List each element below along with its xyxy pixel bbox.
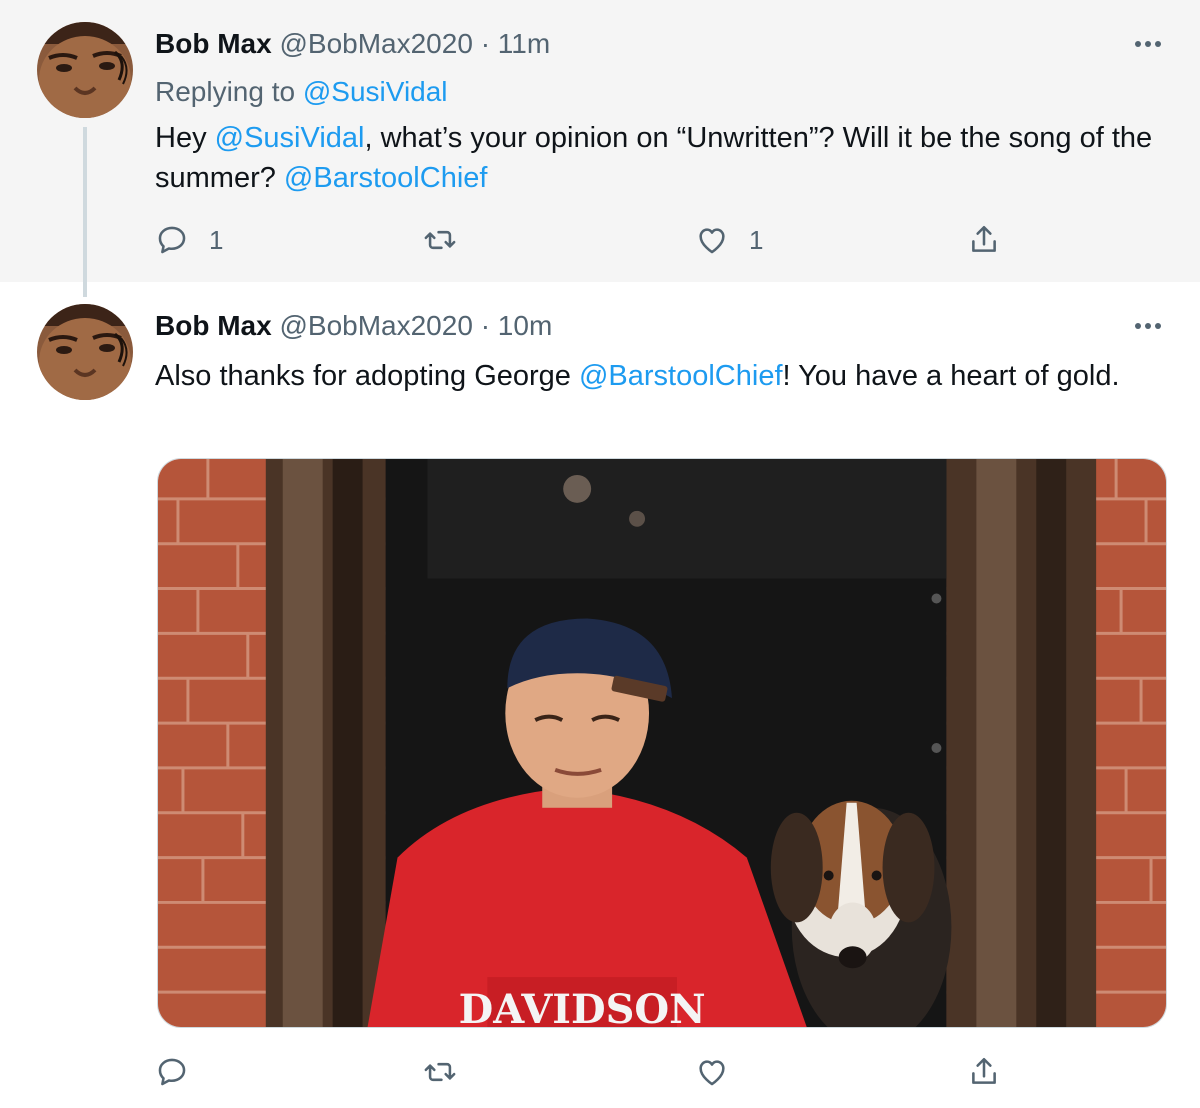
mention-link[interactable]: @BarstoolChief — [579, 360, 783, 392]
tweet-actions — [155, 1050, 1015, 1094]
author-handle[interactable]: @BobMax2020 — [279, 310, 472, 341]
heart-icon — [699, 1060, 725, 1086]
thread-connector — [83, 127, 87, 297]
shirt-text: DAVIDSON — [459, 987, 706, 1027]
more-icon-dot — [1145, 41, 1151, 47]
share-button[interactable] — [967, 1050, 1001, 1094]
author-name[interactable]: Bob Max — [155, 28, 272, 59]
tweet-header: Bob Max @BobMax2020 · 10m — [155, 308, 552, 344]
share-button[interactable] — [967, 218, 1001, 262]
more-icon-dot — [1135, 41, 1141, 47]
replying-to-handle[interactable]: @SusiVidal — [303, 76, 448, 107]
retweet-icon — [424, 230, 456, 250]
tweet-text: Hey @SusiVidal, what’s your opinion on “… — [155, 118, 1155, 198]
timestamp[interactable]: 11m — [498, 28, 550, 59]
separator: · — [480, 28, 491, 59]
reply-icon — [158, 226, 186, 254]
tweet-text: Also thanks for adopting George @Barstoo… — [155, 356, 1155, 396]
reply-count: 1 — [209, 224, 224, 255]
avatar[interactable] — [37, 22, 133, 118]
reply-icon — [158, 1058, 186, 1086]
replying-to-label: Replying to — [155, 76, 296, 107]
like-button[interactable]: 1 — [695, 218, 763, 262]
author-handle[interactable]: @BobMax2020 — [279, 28, 472, 59]
retweet-button[interactable] — [423, 1050, 477, 1094]
separator: · — [480, 310, 491, 341]
avatar-icon — [37, 304, 133, 400]
more-button[interactable] — [1128, 306, 1168, 346]
reply-button[interactable]: 1 — [155, 218, 223, 262]
text-segment: Also thanks for adopting George — [155, 360, 579, 392]
replying-to: Replying to @SusiVidal — [155, 74, 448, 110]
timestamp[interactable]: 10m — [498, 310, 552, 341]
like-count: 1 — [749, 224, 764, 255]
mention-link[interactable]: @SusiVidal — [215, 122, 365, 154]
share-icon — [972, 225, 996, 252]
tweet-header: Bob Max @BobMax2020 · 11m — [155, 26, 550, 62]
reply-button[interactable] — [155, 1050, 209, 1094]
tweet-1[interactable]: Bob Max @BobMax2020 · 11m Replying to @S… — [0, 0, 1200, 297]
heart-icon — [699, 228, 725, 254]
photo-man-and-dog: DAVIDSON — [158, 459, 1166, 1027]
tweet-actions: 1 1 — [155, 218, 1015, 262]
mention-link[interactable]: @BarstoolChief — [284, 162, 488, 194]
avatar[interactable] — [37, 304, 133, 400]
text-segment: Hey — [155, 122, 215, 154]
more-icon-dot — [1145, 323, 1151, 329]
retweet-icon — [424, 1062, 456, 1082]
more-button[interactable] — [1128, 24, 1168, 64]
retweet-button[interactable] — [423, 218, 477, 262]
share-icon — [972, 1057, 996, 1084]
tweet-2[interactable]: Bob Max @BobMax2020 · 10m Also thanks fo… — [0, 282, 1200, 1108]
tweet-photo[interactable]: DAVIDSON — [157, 458, 1167, 1028]
more-icon-dot — [1135, 323, 1141, 329]
avatar-icon — [37, 22, 133, 118]
text-segment: ! You have a heart of gold. — [782, 360, 1120, 392]
more-icon-dot — [1155, 41, 1161, 47]
author-name[interactable]: Bob Max — [155, 310, 272, 341]
like-button[interactable] — [695, 1050, 749, 1094]
more-icon-dot — [1155, 323, 1161, 329]
